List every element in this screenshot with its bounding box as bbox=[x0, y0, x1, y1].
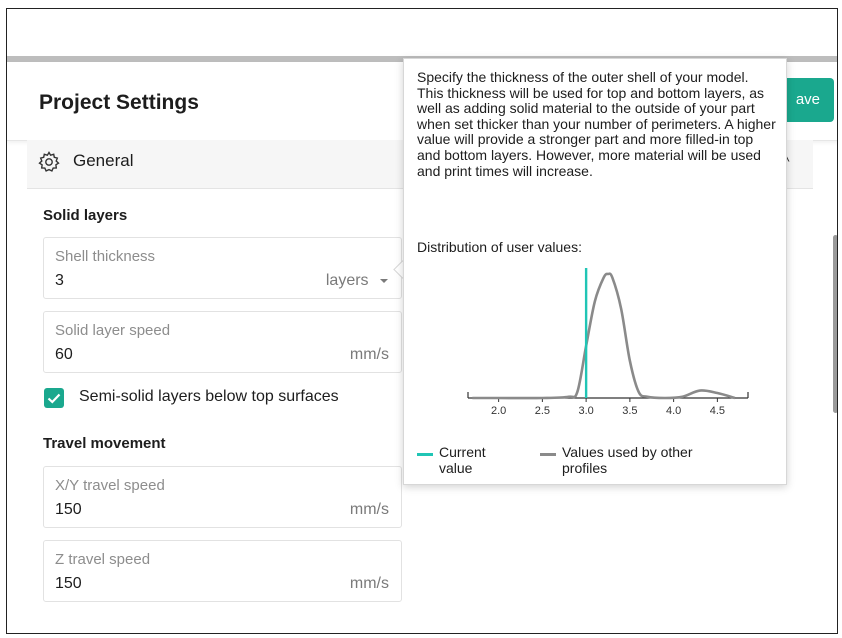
legend-current: Current value bbox=[417, 444, 537, 476]
field-label: Shell thickness bbox=[55, 248, 156, 265]
help-tooltip: Specify the thickness of the outer shell… bbox=[403, 58, 787, 485]
solid-layer-speed-input[interactable]: 60 bbox=[55, 346, 73, 364]
legend-others-label: Values used by other profiles bbox=[562, 444, 693, 476]
field-label: X/Y travel speed bbox=[55, 477, 165, 494]
unit-label: layers bbox=[325, 272, 369, 289]
caret-down-icon bbox=[380, 279, 388, 283]
z-travel-speed-input[interactable]: 150 bbox=[55, 575, 82, 593]
unit-label: mm/s bbox=[349, 501, 389, 518]
x-tick-label: 4.5 bbox=[710, 405, 725, 417]
shell-thickness-field[interactable]: Shell thickness 3 layers bbox=[43, 237, 402, 299]
x-tick-label: 3.5 bbox=[622, 405, 637, 417]
solid-layer-speed-field[interactable]: Solid layer speed 60 mm/s bbox=[43, 311, 402, 373]
section-label: General bbox=[73, 151, 134, 170]
field-label: Z travel speed bbox=[55, 551, 151, 568]
tooltip-description: Specify the thickness of the outer shell… bbox=[417, 69, 776, 179]
legend-swatch-others bbox=[540, 453, 556, 456]
legend-current-label: Current value bbox=[439, 444, 486, 476]
x-tick-label: 2.0 bbox=[491, 405, 506, 417]
semi-solid-label: Semi-solid layers below top surfaces bbox=[79, 388, 339, 405]
unit-select[interactable]: layers bbox=[326, 272, 389, 290]
unit-label: mm/s bbox=[349, 575, 389, 592]
legend-swatch-current bbox=[417, 453, 433, 456]
x-tick-label: 4.0 bbox=[666, 405, 681, 417]
page-title: Project Settings bbox=[39, 91, 199, 114]
unit-label: mm/s bbox=[349, 346, 389, 363]
x-tick-label: 2.5 bbox=[535, 405, 550, 417]
distribution-label: Distribution of user values: bbox=[417, 239, 582, 255]
app-window: Project Settings ave General ^ Solid lay… bbox=[6, 8, 838, 634]
solid-layers-heading: Solid layers bbox=[43, 207, 128, 224]
travel-movement-heading: Travel movement bbox=[43, 435, 166, 452]
legend-others: Values used by other profiles bbox=[540, 444, 740, 476]
distribution-chart: 2.0 2.5 3.0 3.5 4.0 4.5 bbox=[467, 268, 749, 417]
checkmark-icon bbox=[47, 393, 61, 404]
distribution-series-line bbox=[472, 272, 736, 400]
z-travel-speed-field[interactable]: Z travel speed 150 mm/s bbox=[43, 540, 402, 602]
scrollbar[interactable] bbox=[833, 235, 837, 413]
field-label: Solid layer speed bbox=[55, 322, 171, 339]
semi-solid-checkbox[interactable] bbox=[44, 388, 64, 408]
xy-travel-speed-field[interactable]: X/Y travel speed 150 mm/s bbox=[43, 466, 402, 528]
shell-thickness-input[interactable]: 3 bbox=[55, 272, 64, 290]
x-tick-label: 3.0 bbox=[578, 405, 593, 417]
gear-icon bbox=[38, 151, 60, 172]
xy-travel-speed-input[interactable]: 150 bbox=[55, 501, 82, 519]
